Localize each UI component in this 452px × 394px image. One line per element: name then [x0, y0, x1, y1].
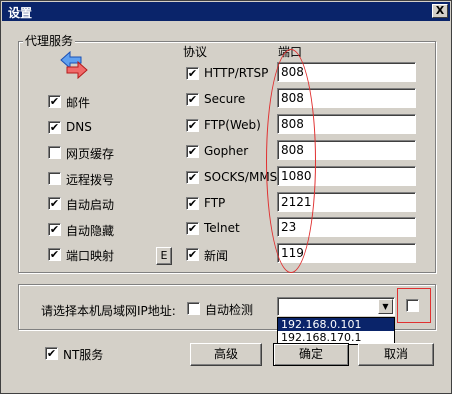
protocol-label: 新闻: [204, 249, 229, 263]
protocol-label: Gopher: [204, 144, 249, 158]
protocol-checkbox[interactable]: ✔: [186, 197, 199, 210]
protocol-checkbox[interactable]: ✔: [186, 171, 199, 184]
ip-option[interactable]: 192.168.0.101: [278, 318, 394, 331]
cancel-button[interactable]: 取消: [358, 343, 434, 366]
port-map-edit-button[interactable]: E: [156, 247, 172, 265]
window-title: 设置: [8, 6, 33, 20]
protocol-label: FTP: [204, 196, 226, 210]
protocol-label: Telnet: [204, 221, 240, 235]
option-checkbox[interactable]: ✔: [48, 197, 61, 210]
advanced-button[interactable]: 高级: [190, 343, 262, 366]
two-arrows-icon: [60, 51, 88, 79]
nt-service-label: NT服务: [63, 348, 104, 362]
protocol-checkbox[interactable]: ✔: [186, 67, 199, 80]
option-label: DNS: [66, 120, 92, 134]
lan-ip-prompt: 请选择本机局域网IP地址:: [41, 304, 176, 318]
option-checkbox[interactable]: ✔: [48, 223, 61, 236]
auto-detect-checkbox[interactable]: [187, 302, 200, 315]
ip-address-dropdown-list: 192.168.0.101 192.168.170.1: [277, 317, 395, 345]
ok-button[interactable]: 确定: [273, 343, 349, 366]
settings-dialog: 设置 X 代理服务 协议 端口 ✔ 邮件 ✔ DNS 网页缓存 远程拨号 ✔ 自动启动 ✔ 自动隐…: [0, 0, 452, 394]
annotation-ellipse: [266, 49, 316, 273]
option-label: 端口映射: [66, 249, 115, 263]
proxy-group-title: 代理服务: [23, 32, 76, 49]
protocol-checkbox[interactable]: ✔: [186, 119, 199, 132]
protocol-checkbox[interactable]: ✔: [186, 93, 199, 106]
protocol-checkbox[interactable]: ✔: [186, 145, 199, 158]
nt-service-checkbox[interactable]: ✔: [45, 347, 58, 360]
option-label: 自动隐藏: [66, 224, 115, 238]
option-checkbox[interactable]: [48, 172, 61, 185]
combo-dropdown-arrow-icon[interactable]: ▼: [378, 299, 393, 314]
option-label: 邮件: [66, 96, 91, 110]
option-checkbox[interactable]: [48, 146, 61, 159]
option-label: 远程拨号: [66, 173, 115, 187]
protocol-label: FTP(Web): [204, 118, 261, 132]
option-label: 自动启动: [66, 198, 115, 212]
title-bar: 设置 X: [2, 2, 450, 21]
protocol-label: Secure: [204, 92, 246, 106]
protocol-checkbox[interactable]: ✔: [186, 222, 199, 235]
option-checkbox[interactable]: ✔: [48, 121, 61, 134]
protocol-checkbox[interactable]: ✔: [186, 248, 199, 261]
ip-address-combobox[interactable]: ▼: [277, 297, 395, 316]
auto-detect-label: 自动检测: [205, 303, 254, 317]
close-button[interactable]: X: [432, 4, 448, 18]
extra-checkbox[interactable]: [406, 299, 419, 312]
option-checkbox[interactable]: ✔: [48, 248, 61, 261]
protocol-header: 协议: [183, 45, 208, 59]
option-checkbox[interactable]: ✔: [48, 95, 61, 108]
protocol-label: HTTP/RTSP: [204, 66, 269, 80]
option-label: 网页缓存: [66, 147, 115, 161]
